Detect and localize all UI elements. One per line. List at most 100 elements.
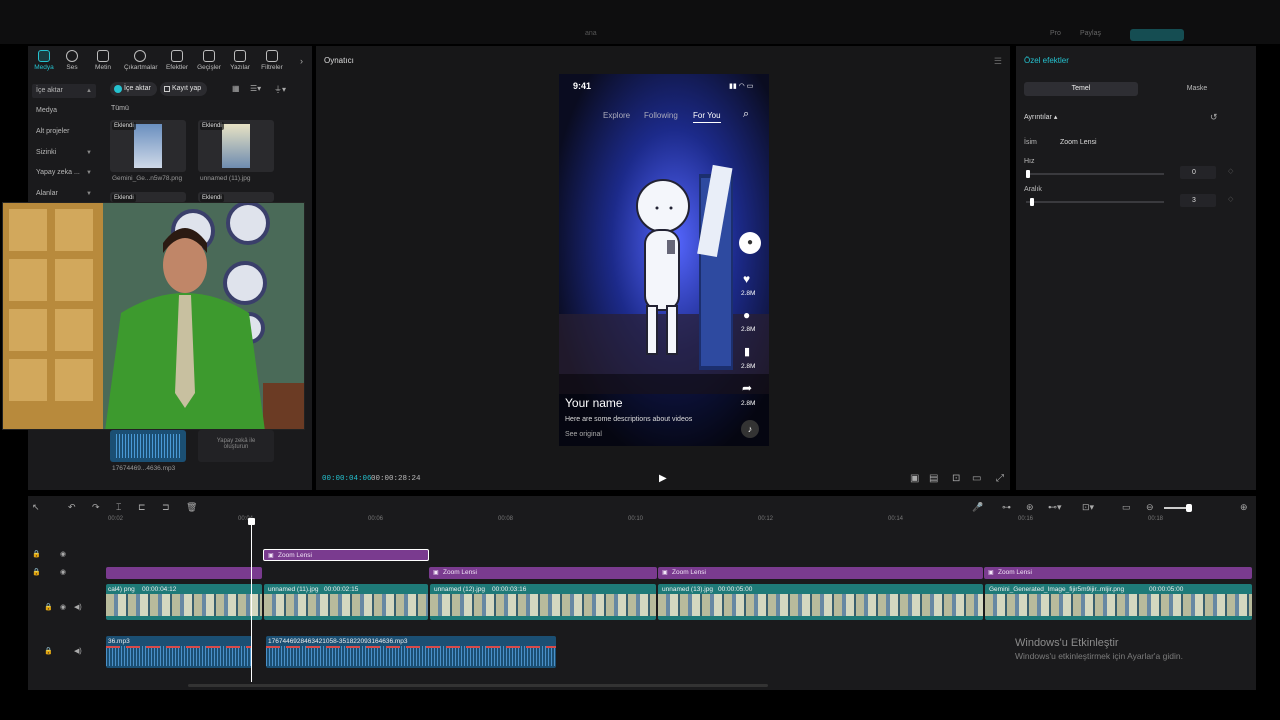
undo-icon[interactable]: ↶: [68, 502, 76, 513]
sidebar-item-areas[interactable]: Alanlar ▼: [32, 187, 96, 201]
share-button[interactable]: Paylaş: [1080, 30, 1101, 37]
magnet-icon[interactable]: ⊛: [1026, 502, 1034, 513]
ratio-icon[interactable]: ▭: [972, 473, 981, 484]
delete-icon[interactable]: 🗑: [186, 502, 197, 513]
filter-all[interactable]: Tümü: [111, 105, 129, 112]
share-icon[interactable]: ➦: [742, 381, 752, 395]
video-clip[interactable]: unnamed (11).jpg 00:00:02:15: [264, 584, 428, 620]
video-clip[interactable]: cal4) png 00:00:04:12: [106, 584, 262, 620]
spacing-slider[interactable]: [1026, 198, 1164, 206]
keyframe-icon[interactable]: ◇: [1228, 195, 1233, 203]
tab-explore[interactable]: Explore: [603, 111, 630, 120]
tab-basic[interactable]: Temel: [1024, 82, 1138, 96]
trim-right-icon[interactable]: ⊐: [162, 502, 170, 513]
grid-view-icon[interactable]: ▦: [232, 84, 240, 93]
section-details[interactable]: Ayrıntılar ▴: [1024, 113, 1057, 121]
eye-icon[interactable]: ◉: [60, 568, 66, 576]
pro-badge[interactable]: Pro: [1050, 30, 1061, 37]
trim-left-icon[interactable]: ⊏: [138, 502, 146, 513]
audio-clip[interactable]: 1767446928463421058-351822093164636.mp3: [266, 636, 556, 668]
preview-axis-icon[interactable]: ⊡▾: [1082, 502, 1094, 513]
mute-icon[interactable]: ◀): [74, 647, 82, 655]
keyframe-icon[interactable]: ◇: [1228, 167, 1233, 175]
media-item[interactable]: Eklendi: [198, 192, 274, 202]
tab-captions[interactable]: Yazılar: [224, 50, 256, 71]
avatar[interactable]: ●: [739, 232, 761, 254]
tab-transitions[interactable]: Geçişler: [193, 50, 225, 71]
video-preview[interactable]: 9:41 ▮▮ ◠ ▭ Explore Following For You ⌕ …: [559, 74, 769, 446]
lock-icon[interactable]: 🔒: [32, 568, 41, 576]
audio-media-item[interactable]: [110, 430, 186, 462]
zoom-fit-icon[interactable]: ⊕: [1240, 502, 1248, 513]
sidebar-item-yours[interactable]: Sizinki ▼: [32, 146, 96, 160]
search-icon[interactable]: ⌕: [743, 108, 749, 121]
slider-handle[interactable]: [1026, 170, 1030, 178]
record-button[interactable]: Kayıt yap: [160, 82, 208, 96]
tab-stickers[interactable]: Çıkartmalar: [124, 50, 158, 71]
spacing-input[interactable]: 3: [1180, 194, 1216, 207]
play-button[interactable]: ▶: [659, 473, 667, 484]
comment-icon[interactable]: ●: [743, 308, 750, 322]
zoom-out-icon[interactable]: ⊖: [1146, 502, 1154, 513]
bookmark-icon[interactable]: ▮: [744, 345, 750, 358]
tab-text[interactable]: Metin: [87, 50, 119, 71]
eye-icon[interactable]: ◉: [60, 550, 66, 558]
zoom-slider[interactable]: [1164, 504, 1192, 512]
sidebar-item-subprojects[interactable]: Alt projeler: [32, 125, 96, 139]
tab-audio[interactable]: Ses: [56, 50, 88, 71]
effect-clip[interactable]: Zoom Lensi: [658, 567, 983, 579]
see-original-link[interactable]: See original: [565, 431, 602, 438]
effect-clip-selected[interactable]: Zoom Lensi: [263, 549, 429, 561]
sidebar-item-import[interactable]: İçe aktar ▲: [32, 84, 96, 98]
video-clip[interactable]: unnamed (13).jpg 00:00:05:00: [658, 584, 983, 620]
tab-filters[interactable]: Filtreler: [256, 50, 288, 71]
sort-icon[interactable]: ☰▾: [250, 84, 261, 93]
lock-icon[interactable]: 🔒: [32, 550, 41, 558]
split-icon[interactable]: ⌶: [116, 502, 121, 513]
speed-slider[interactable]: [1026, 170, 1164, 178]
select-tool-icon[interactable]: ↖: [32, 502, 40, 513]
tab-following[interactable]: Following: [644, 111, 678, 120]
chevron-right-icon[interactable]: ›: [300, 56, 303, 66]
eye-icon[interactable]: ◉: [60, 603, 66, 611]
media-item[interactable]: Eklendi: [198, 120, 274, 172]
reset-icon[interactable]: ↺: [1210, 112, 1218, 123]
effect-clip[interactable]: Zoom Lensi: [429, 567, 657, 579]
tab-mask[interactable]: Maske: [1140, 82, 1254, 96]
quality-icon[interactable]: ▤: [929, 473, 938, 484]
fullscreen-icon[interactable]: ⤢: [996, 473, 1004, 484]
crop-icon[interactable]: ⊡: [952, 473, 960, 484]
media-item[interactable]: Eklendi: [110, 120, 186, 172]
playhead[interactable]: [248, 518, 255, 682]
tab-for-you[interactable]: For You: [693, 111, 721, 123]
mute-icon[interactable]: ◀): [74, 603, 82, 611]
speed-input[interactable]: 0: [1180, 166, 1216, 179]
lock-icon[interactable]: 🔒: [44, 647, 53, 655]
link-icon[interactable]: ⊶: [1002, 502, 1011, 513]
slider-handle[interactable]: [1186, 504, 1192, 512]
sidebar-item-ai[interactable]: Yapay zeka ... ▼: [32, 166, 96, 180]
tab-effects[interactable]: Efektler: [161, 50, 193, 71]
lock-icon[interactable]: 🔒: [44, 603, 53, 611]
heart-icon[interactable]: ♥: [743, 272, 750, 286]
video-clip[interactable]: Gemini_Generated_Image_fijir5m9ijir..mlj…: [985, 584, 1252, 620]
caption-icon[interactable]: ▭: [1122, 502, 1131, 513]
sidebar-item-media[interactable]: Medya: [32, 104, 96, 118]
snapshot-icon[interactable]: ▣: [910, 473, 919, 484]
playhead-handle[interactable]: [248, 518, 255, 525]
timeline-scrollbar[interactable]: [188, 684, 768, 687]
ai-generate-button[interactable]: Yapay zekâ ile oluşturun: [198, 430, 274, 462]
redo-icon[interactable]: ↷: [92, 502, 100, 513]
media-item[interactable]: Eklendi: [110, 192, 186, 202]
slider-handle[interactable]: [1030, 198, 1035, 206]
export-button[interactable]: [1130, 29, 1184, 41]
effect-clip[interactable]: Zoom Lensi: [984, 567, 1252, 579]
snap-icon[interactable]: ⊷▾: [1048, 502, 1062, 513]
menu-icon[interactable]: ☰: [994, 56, 1002, 67]
effect-clip[interactable]: [106, 567, 262, 579]
video-clip[interactable]: unnamed (12).jpg 00:00:03:16: [430, 584, 656, 620]
audio-clip[interactable]: 36.mp3: [106, 636, 252, 668]
microphone-icon[interactable]: 🎤: [972, 502, 983, 513]
import-button[interactable]: İçe aktar: [110, 82, 157, 96]
filter-icon[interactable]: ⏚▾: [274, 84, 286, 95]
